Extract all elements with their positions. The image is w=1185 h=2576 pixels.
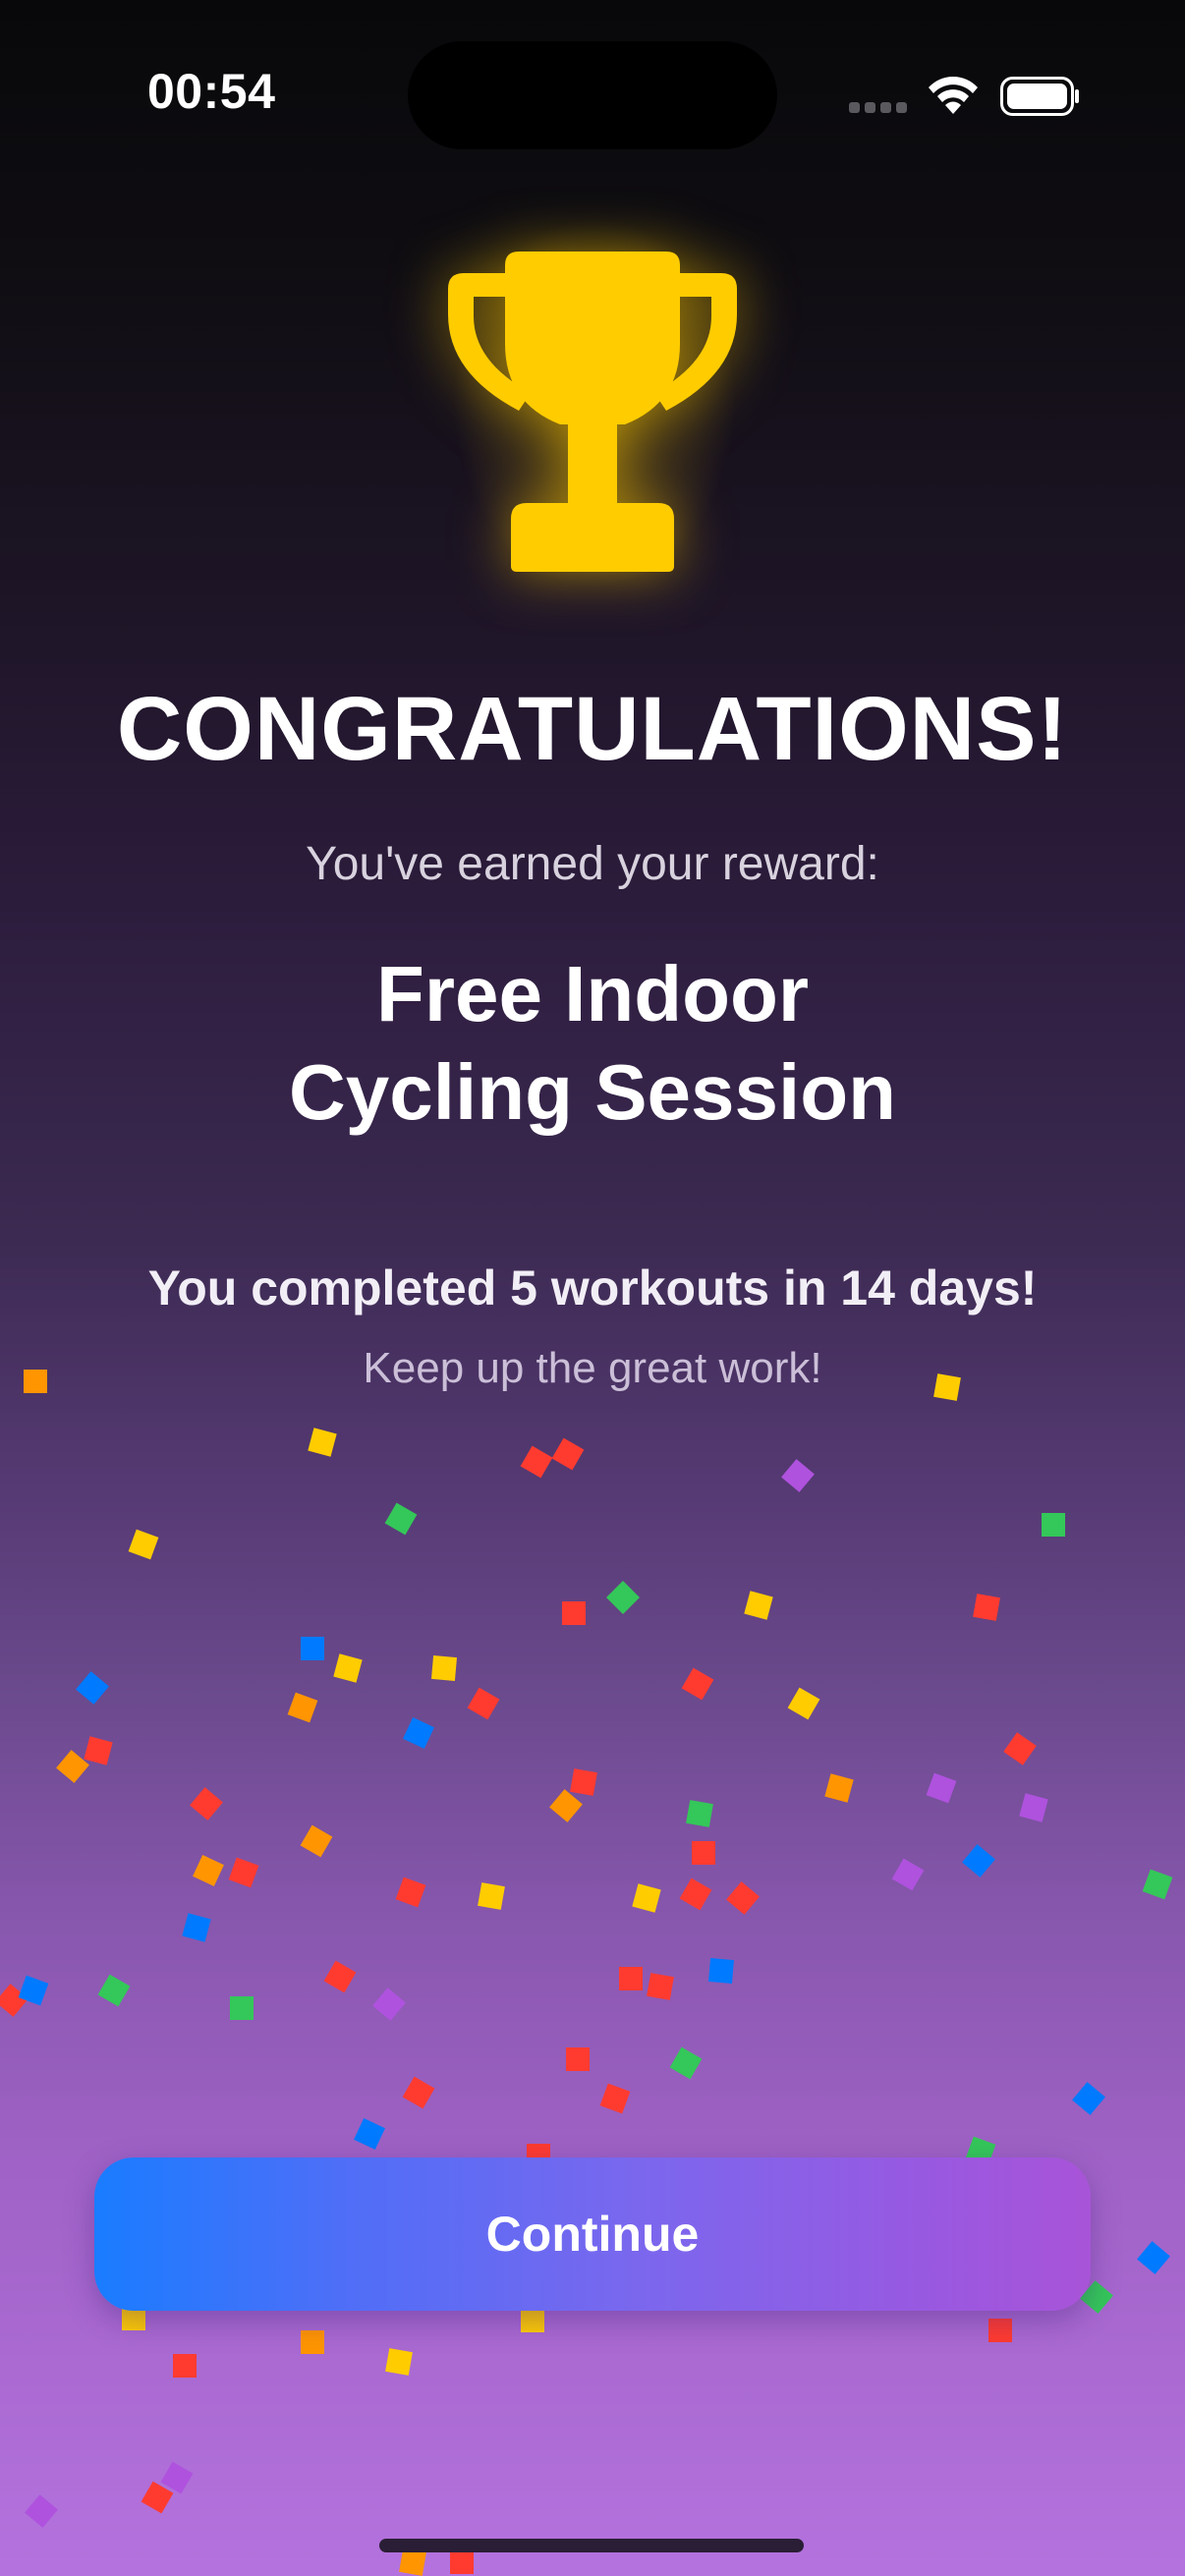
confetti-piece <box>669 2046 703 2080</box>
confetti-piece <box>824 1773 854 1803</box>
confetti-piece <box>230 1996 254 2020</box>
confetti-piece <box>962 1844 995 1877</box>
confetti-piece <box>1137 2241 1170 2274</box>
confetti-piece <box>0 1984 28 2017</box>
reward-screen: 00:54 CONGRATULATIONS! You've earned you… <box>0 0 1185 2576</box>
confetti-piece <box>520 1445 553 1479</box>
confetti-piece <box>606 1581 640 1614</box>
confetti-piece <box>84 1736 113 1765</box>
confetti-piece <box>787 1687 820 1720</box>
home-indicator <box>379 2539 804 2552</box>
confetti-piece <box>56 1750 89 1783</box>
confetti-piece <box>478 1882 505 1910</box>
confetti-piece <box>647 1973 674 2000</box>
confetti-piece <box>681 1667 714 1701</box>
confetti-piece <box>323 1960 357 1993</box>
confetti-piece <box>450 2550 474 2574</box>
confetti-piece <box>354 2118 385 2150</box>
congratulations-title: CONGRATULATIONS! <box>116 679 1069 779</box>
confetti-piece <box>1042 1513 1065 1537</box>
confetti-piece <box>160 2461 194 2494</box>
confetti-piece <box>384 1502 418 1536</box>
reward-name-line-1: Free Indoor <box>375 950 810 1037</box>
confetti-piece <box>395 1876 426 1908</box>
confetti-piece <box>399 2548 426 2576</box>
reward-subtitle: You've earned your reward: <box>306 838 879 890</box>
confetti-piece <box>707 1957 735 1985</box>
confetti-piece <box>385 2348 413 2376</box>
confetti-piece <box>926 1772 957 1804</box>
trophy-icon <box>448 252 737 572</box>
confetti-piece <box>726 1881 760 1915</box>
battery-icon <box>1000 77 1079 116</box>
workout-stats-text: You completed 5 workouts in 14 days! <box>147 1260 1038 1316</box>
status-bar: 00:54 <box>0 0 1185 157</box>
confetti-piece <box>1142 1869 1173 1900</box>
confetti-piece <box>76 1671 109 1705</box>
confetti-piece <box>973 1594 1000 1621</box>
confetti-piece <box>891 1858 925 1891</box>
confetti-piece <box>781 1459 815 1492</box>
confetti-piece <box>692 1841 715 1865</box>
confetti-piece <box>25 2494 58 2528</box>
confetti-piece <box>193 1855 224 1886</box>
confetti-piece <box>551 1437 585 1471</box>
confetti-piece <box>173 2354 197 2378</box>
wifi-icon <box>929 77 978 114</box>
confetti-piece <box>430 1654 458 1682</box>
confetti-piece <box>402 2076 435 2109</box>
confetti-piece <box>18 1975 49 2006</box>
confetti-piece <box>97 1974 131 2007</box>
confetti-piece <box>403 1717 434 1749</box>
confetti-piece <box>570 1768 597 1796</box>
confetti-piece <box>128 1529 159 1560</box>
confetti-piece <box>190 1787 223 1820</box>
confetti-piece <box>467 1687 500 1720</box>
confetti-piece <box>1019 1793 1048 1822</box>
reward-name-line-2: Cycling Session <box>289 1048 896 1136</box>
confetti-piece <box>228 1857 259 1888</box>
confetti-piece <box>300 1824 333 1858</box>
confetti-piece <box>372 1988 406 2021</box>
confetti-piece <box>632 1883 661 1913</box>
confetti-piece <box>521 2309 544 2332</box>
dynamic-island <box>408 41 777 149</box>
confetti-piece <box>549 1789 583 1822</box>
confetti-piece <box>988 2319 1012 2342</box>
confetti-piece <box>562 1601 586 1625</box>
confetti-piece <box>333 1653 363 1683</box>
confetti-piece <box>619 1967 643 1990</box>
confetti-piece <box>301 2330 324 2354</box>
confetti-piece <box>686 1800 713 1827</box>
cellular-signal-icon <box>849 102 908 114</box>
continue-button[interactable]: Continue <box>94 2157 1091 2311</box>
confetti-piece <box>287 1692 318 1723</box>
confetti-piece <box>679 1877 712 1911</box>
confetti-piece <box>1072 2082 1105 2115</box>
confetti-piece <box>308 1428 337 1457</box>
confetti-piece <box>566 2047 590 2071</box>
confetti-piece <box>599 2083 631 2114</box>
confetti-piece <box>1003 1732 1037 1765</box>
confetti-piece <box>182 1913 211 1942</box>
confetti-piece <box>301 1637 324 1660</box>
encouragement-text: Keep up the great work! <box>363 1344 822 1392</box>
reward-name: Free Indoor Cycling Session <box>0 945 1185 1142</box>
confetti-piece <box>744 1591 773 1620</box>
confetti-piece <box>141 2481 174 2514</box>
status-time: 00:54 <box>147 64 276 119</box>
